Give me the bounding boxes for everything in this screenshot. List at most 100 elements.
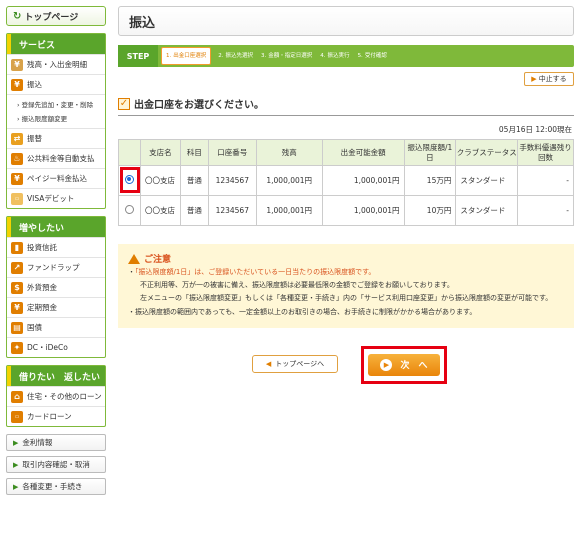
moneybag-icon: ¥ [11,301,23,314]
sidebar-item-bond[interactable]: ▤ 国債 [7,317,105,337]
back-to-top-button[interactable]: ◀ トップページへ [252,354,338,373]
club-status-cell: スタンダード [455,165,519,196]
page-title: 振込 [118,6,574,36]
fee-count-cell: - [517,195,574,226]
next-button-highlight: ▶ 次 へ [361,345,447,384]
sidebar-item-deposit[interactable]: ¥ 定期預金 [7,297,105,317]
faucet-icon: ♨ [11,152,23,165]
button-row: ◀ トップページへ ▶ 次 へ [118,345,574,386]
loan-section: 借りたい 返したい ⌂ 住宅・その他のローン ▭ カードローン [6,365,106,427]
dollar-icon: $ [11,281,23,294]
exchange-icon: ⇄ [11,132,23,145]
notice-box: ご注意 ・「振込限度額/1日」は、ご登録いただいている一日当たりの振込限度額です… [118,244,574,328]
top-page-label: トップページ [24,12,79,23]
account-radio-2[interactable] [124,204,134,214]
branch-cell: 〇〇支店 [139,195,181,226]
card-icon: ▭ [11,410,23,423]
transfer-submenu: › 登録先追加・変更・削除 › 振込限度額変更 [7,94,105,128]
coin-icon: ¥ [11,172,23,185]
arrow-right-icon: ▶ [13,482,19,491]
sidebar-item-payeasy[interactable]: ¥ ペイジー料金払込 [7,168,105,188]
service-header: サービス [7,34,105,54]
card-icon: ▭ [11,192,23,205]
link-transaction-history[interactable]: ▶ 取引内容確認・取消 [6,456,106,473]
sidebar-item-label: カードローン [27,412,72,421]
sidebar-item-housing-loan[interactable]: ⌂ 住宅・その他のローン [7,386,105,406]
sidebar-item-label: 公共料金等自動支払 [27,154,95,163]
house-icon: ⌂ [11,390,23,403]
submenu-register-payee[interactable]: › 登録先追加・変更・削除 [7,97,105,111]
cancel-button[interactable]: ▶ 中止する [524,72,574,86]
section-title: ✓ 出金口座をお選びください。 [118,96,574,116]
sidebar-item-label: 外貨預金 [27,283,57,292]
sidebar-item-fundwrap[interactable]: ↗ ファンドラップ [7,257,105,277]
limit-cell: 10万円 [403,195,457,226]
account-table: 支店名 科目 口座番号 残高 出金可能金額 振込限度額/1日 クラブステータス … [118,139,574,226]
sidebar-item-visa[interactable]: ▭ VISAデビット [7,188,105,208]
bar-chart-icon: ▮ [11,241,23,254]
sidebar-item-label: 振込 [27,80,42,89]
fee-count-cell: - [517,165,574,196]
invest-section: 増やしたい ▮ 投資信託 ↗ ファンドラップ $ 外貨預金 ¥ 定期預金 ▤ 国… [6,216,106,358]
table-header [118,139,141,166]
step-1: 1. 出金口座選択 [161,47,212,65]
sidebar-item-label: 定期預金 [27,303,57,312]
top-page-button[interactable]: ↻ トップページ [6,6,106,26]
step-4: 4. 振込実行 [320,52,350,59]
balance-cell: 1,000,001円 [255,165,323,196]
branch-cell: 〇〇支店 [139,165,181,196]
link-settings[interactable]: ▶ 各種変更・手続き [6,478,106,495]
sidebar-item-label: DC・iDeCo [27,343,68,352]
notice-title: ご注意 [128,252,564,265]
sidebar-item-transfer[interactable]: ¥ 振込 [7,74,105,94]
main-content: 振込 STEP 1. 出金口座選択 2. 振込先選択 3. 金額・指定日選択 4. 振込… [118,6,574,386]
sidebar-item-fund[interactable]: ▮ 投資信託 [7,237,105,257]
notice-line-1: ・「振込限度額/1日」は、ご登録いただいている一日当たりの振込限度額です。 [128,268,376,276]
arrow-right-icon: ▶ [531,75,537,83]
notice-line-2: 不正利用等、万が一の被害に備え、振込限度額は必要最低限の金額でご登録をお願いして… [140,281,454,290]
sidebar: ↻ トップページ サービス ¥ 残高・入出金明細 ¥ 振込 › 登録先追加・変更… [6,6,106,495]
radio-cell [118,195,141,226]
step-5: 5. 受付確認 [357,52,387,59]
table-header: 支店名 [139,139,181,166]
sidebar-item-cardloan[interactable]: ▭ カードローン [7,406,105,426]
table-header: クラブステータス [455,139,519,166]
sidebar-item-ideco[interactable]: ✦ DC・iDeCo [7,337,105,357]
table-row: 〇〇支店 普通 1234567 1,000,001円 1,000,001円 10… [118,195,574,226]
sidebar-item-label: 振替 [27,134,42,143]
sidebar-item-forex[interactable]: $ 外貨預金 [7,277,105,297]
next-button[interactable]: ▶ 次 へ [368,353,440,376]
table-header: 手数料優遇残り回数 [517,139,574,166]
arrow-right-icon: ▶ [380,358,393,371]
sidebar-item-label: 投資信託 [27,243,57,252]
step-label: STEP [118,45,158,67]
available-cell: 1,000,001円 [321,165,405,196]
account-radio-1[interactable] [124,174,134,184]
balance-cell: 1,000,001円 [255,195,323,226]
table-header: 出金可能金額 [321,139,405,166]
available-cell: 1,000,001円 [321,195,405,226]
link-interest-rates[interactable]: ▶ 金利情報 [6,434,106,451]
table-header-row: 支店名 科目 口座番号 残高 出金可能金額 振込限度額/1日 クラブステータス … [118,139,574,166]
lightbulb-icon: ✦ [11,341,23,354]
table-header: 科目 [179,139,209,166]
sidebar-item-label: 残高・入出金明細 [27,60,87,69]
notice-line-4: ・振込限度額の範囲内であっても、一定金額以上のお取引きの場合、お手続きに制限がか… [128,307,477,316]
sidebar-item-furikae[interactable]: ⇄ 振替 [7,128,105,148]
sidebar-item-label: VISAデビット [27,194,75,203]
refresh-icon: ↻ [13,10,22,22]
sidebar-item-utilities[interactable]: ♨ 公共料金等自動支払 [7,148,105,168]
sidebar-item-balance[interactable]: ¥ 残高・入出金明細 [7,54,105,74]
submenu-limit-change[interactable]: › 振込限度額変更 [7,111,105,125]
loan-header: 借りたい 返したい [7,366,105,386]
invest-header: 増やしたい [7,217,105,237]
line-chart-icon: ↗ [11,261,23,274]
wallet-icon: ¥ [11,58,23,71]
notice-line-3: 左メニューの「振込限度額変更」もしくは「各種変更・手続き」内の「サービス利用口座… [140,294,553,303]
sidebar-item-label: ペイジー料金払込 [27,174,87,183]
step-2: 2. 振込先選択 [218,52,254,59]
cancel-row: ▶ 中止する [118,72,574,86]
step-indicator: STEP 1. 出金口座選択 2. 振込先選択 3. 金額・指定日選択 4. 振込実行 … [118,45,574,67]
arrow-left-icon: ◀ [265,359,272,368]
radio-cell [118,165,141,196]
